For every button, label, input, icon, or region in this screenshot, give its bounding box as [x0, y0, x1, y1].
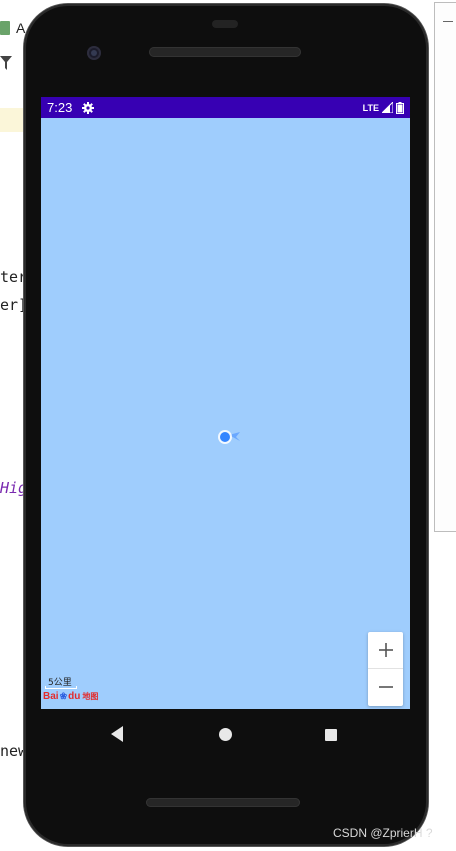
current-location-icon[interactable]	[217, 428, 241, 446]
status-time: 7:23	[47, 100, 73, 115]
status-bar: 7:23 LTE	[41, 97, 410, 118]
earpiece	[212, 20, 238, 28]
bottom-speaker-grille	[146, 798, 300, 807]
home-icon[interactable]	[219, 728, 232, 741]
front-camera	[87, 46, 101, 60]
ide-editor-tab[interactable]: A	[0, 18, 25, 38]
battery-icon	[396, 101, 404, 114]
gear-icon	[82, 101, 95, 114]
top-speaker-grille	[149, 47, 301, 57]
zoom-in-button[interactable]	[368, 632, 403, 668]
emulator-phone-frame: 7:23 LTE 5公里 Bai ❀ du 地图	[24, 4, 428, 846]
back-icon[interactable]	[111, 726, 123, 742]
filter-icon[interactable]	[0, 56, 12, 70]
minus-icon	[378, 686, 393, 688]
device-screen: 7:23 LTE 5公里 Bai ❀ du 地图	[41, 97, 410, 709]
map-scale-bar	[45, 686, 77, 689]
map-view[interactable]: 5公里 Bai ❀ du 地图	[41, 118, 410, 709]
file-icon	[0, 21, 10, 35]
ide-tab-label: A	[16, 20, 26, 36]
recents-icon[interactable]	[325, 729, 337, 741]
zoom-out-button[interactable]	[368, 669, 403, 705]
baidu-map-logo: Bai ❀ du 地图	[43, 691, 99, 702]
plus-icon	[378, 643, 393, 657]
network-type: LTE	[362, 102, 379, 113]
navigation-bar	[41, 710, 410, 758]
watermark: CSDN @ZprierH ?	[333, 826, 433, 840]
status-icons: LTE	[362, 101, 404, 114]
zoom-control	[368, 632, 403, 706]
paw-icon: ❀	[59, 691, 68, 701]
ide-side-panel	[434, 2, 456, 532]
signal-icon	[382, 102, 393, 113]
